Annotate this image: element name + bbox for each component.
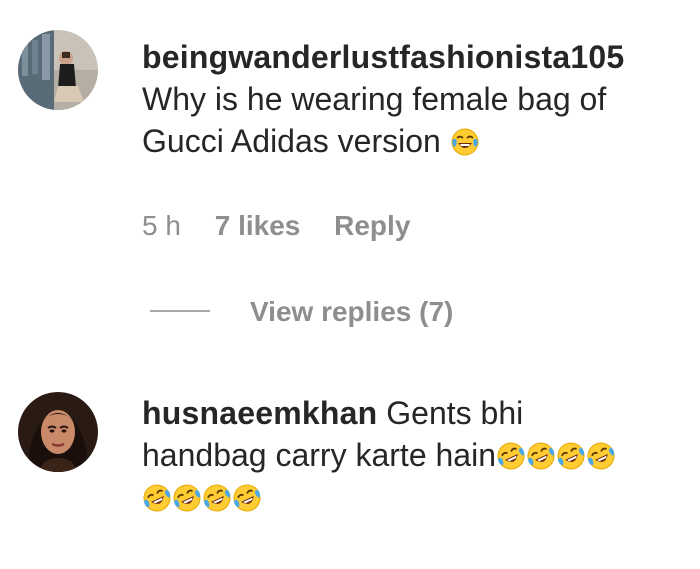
- emoji-group: [496, 437, 616, 473]
- rolling-on-the-floor-laughing-icon: [233, 484, 261, 512]
- comment-text-line: Gucci Adidas version: [142, 120, 624, 162]
- avatar-photo-icon: [18, 30, 98, 110]
- rolling-on-the-floor-laughing-icon: [203, 484, 231, 512]
- comment-body: husnaeemkhan Gents bhi handbag carry kar…: [142, 392, 616, 518]
- comment-meta: 5 h 7 likes Reply: [142, 210, 436, 242]
- comment-text-line: handbag carry karte hain: [142, 434, 616, 476]
- rolling-on-the-floor-laughing-icon: [143, 484, 171, 512]
- replies-divider-line: [150, 309, 210, 312]
- comment-text-line: [142, 476, 616, 518]
- comment-item: beingwanderlustfashionista105 Why is he …: [0, 0, 700, 327]
- avatar-portrait-icon: [18, 392, 98, 472]
- comment-body: beingwanderlustfashionista105 Why is he …: [142, 36, 624, 162]
- face-with-tears-of-joy-icon: [451, 128, 479, 156]
- comment-text-segment: Gents bhi: [386, 395, 524, 431]
- comment-item: husnaeemkhan Gents bhi handbag carry kar…: [0, 380, 700, 560]
- rolling-on-the-floor-laughing-icon: [497, 442, 525, 470]
- comment-text-line: Why is he wearing female bag of: [142, 81, 607, 117]
- comment-text-line: husnaeemkhan Gents bhi: [142, 392, 616, 434]
- avatar[interactable]: [18, 30, 98, 110]
- likes-count[interactable]: 7 likes: [215, 210, 301, 241]
- view-replies-label: View replies (7): [250, 296, 454, 327]
- comment-username[interactable]: beingwanderlustfashionista105: [142, 36, 624, 78]
- rolling-on-the-floor-laughing-icon: [587, 442, 615, 470]
- avatar[interactable]: [18, 392, 98, 472]
- reply-button[interactable]: Reply: [334, 210, 410, 241]
- rolling-on-the-floor-laughing-icon: [527, 442, 555, 470]
- comment-username[interactable]: husnaeemkhan: [142, 395, 377, 431]
- comment-text-segment: Gucci Adidas version: [142, 123, 441, 159]
- view-replies-button[interactable]: View replies (7): [150, 296, 453, 328]
- comment-time: 5 h: [142, 210, 181, 241]
- emoji-group: [142, 479, 262, 515]
- comment-text-segment: handbag carry karte hain: [142, 437, 496, 473]
- rolling-on-the-floor-laughing-icon: [173, 484, 201, 512]
- rolling-on-the-floor-laughing-icon: [557, 442, 585, 470]
